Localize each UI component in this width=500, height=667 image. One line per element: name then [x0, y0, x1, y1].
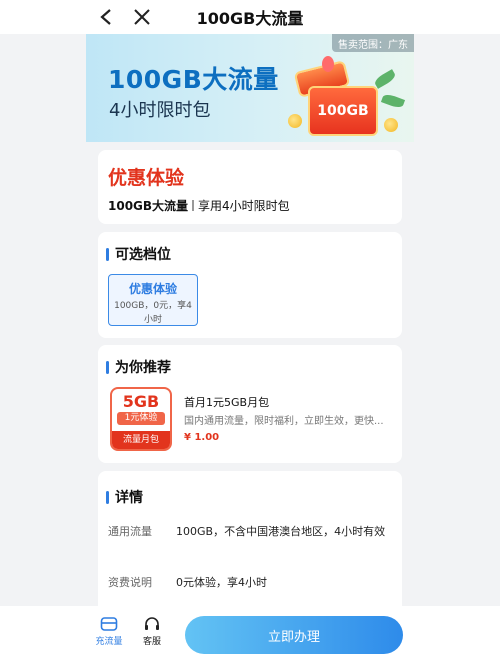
- section-marker: [106, 360, 109, 374]
- recommend-item-desc: 国内通用流量，限时福利，立即生效，更快...: [184, 416, 384, 427]
- recommend-item-price: ¥ 1.00: [184, 432, 220, 443]
- recommend-heading-label: 为你推荐: [115, 360, 171, 376]
- detail-row: 通用流量 100GB，不含中国港澳台地区，4小时有效: [108, 523, 388, 540]
- tier-option-trial[interactable]: 优惠体验 100GB，0元，享4小时: [108, 274, 198, 326]
- offer-description: 100GB大流量 享用4小时限时包: [108, 197, 290, 214]
- offer-desc-sub: 享用4小时限时包: [198, 199, 290, 213]
- leaf-decoration: [380, 92, 406, 110]
- close-icon[interactable]: [130, 5, 154, 29]
- coin-decoration: [288, 114, 302, 128]
- tiers-heading: 可选档位: [106, 244, 171, 264]
- chevron-left-icon[interactable]: [94, 5, 118, 29]
- bottom-action-bar: 充流量 客服 立即办理: [0, 606, 500, 667]
- thumb-footer: 流量月包: [112, 431, 170, 449]
- divider: [192, 200, 195, 211]
- details-heading: 详情: [106, 487, 143, 507]
- details-heading-label: 详情: [115, 490, 143, 506]
- detail-row: 资费说明 0元体验，享4小时: [108, 574, 388, 591]
- tier-option-name: 优惠体验: [128, 282, 177, 296]
- promo-banner: 售卖范围：广东 100GB大流量 4小时限时包 100GB: [86, 34, 414, 142]
- coin-decoration: [384, 118, 398, 132]
- data-flow-icon: [89, 614, 129, 634]
- offer-title: 优惠体验: [108, 167, 185, 189]
- tiers-card: 可选档位 优惠体验 100GB，0元，享4小时: [98, 232, 402, 338]
- tier-option-desc: 100GB，0元，享4小时: [114, 301, 192, 325]
- offer-desc-main: 100GB大流量: [108, 199, 189, 213]
- offer-card: 优惠体验 100GB大流量 享用4小时限时包: [98, 150, 402, 224]
- banner-subtitle: 4小时限时包: [109, 100, 211, 121]
- tiers-heading-label: 可选档位: [115, 247, 171, 263]
- tab-customer-service-label: 客服: [142, 637, 161, 647]
- details-card: 详情 通用流量 100GB，不含中国港澳台地区，4小时有效 资费说明 0元体验，…: [98, 471, 402, 611]
- detail-label: 通用流量: [108, 525, 152, 538]
- tab-recharge-flow[interactable]: 充流量: [89, 614, 129, 647]
- thumb-main-text: 5GB: [122, 392, 160, 411]
- headset-icon: [132, 614, 172, 634]
- recommend-item-name[interactable]: 首月1元5GB月包: [184, 394, 269, 410]
- balloon-decoration: [322, 56, 334, 72]
- page-title: 100GB大流量: [196, 9, 304, 28]
- top-nav-bar: 100GB大流量: [0, 0, 500, 34]
- section-marker: [106, 490, 109, 504]
- banner-title: 100GB大流量: [108, 65, 279, 94]
- apply-now-button[interactable]: 立即办理: [185, 616, 403, 654]
- gift-box-label: 100GB: [317, 103, 369, 119]
- gift-box-illustration: 100GB: [308, 86, 378, 136]
- section-marker: [106, 247, 109, 261]
- sales-region-label: 售卖范围：广东: [332, 34, 414, 52]
- tab-customer-service[interactable]: 客服: [132, 614, 172, 647]
- recommend-item-thumbnail[interactable]: 5GB 1元体验 流量月包: [110, 387, 172, 451]
- recommend-heading: 为你推荐: [106, 357, 171, 377]
- detail-value: 0元体验，享4小时: [176, 576, 267, 589]
- recommend-card: 为你推荐 5GB 1元体验 流量月包 首月1元5GB月包 国内通用流量，限时福利…: [98, 345, 402, 463]
- detail-label: 资费说明: [108, 576, 152, 589]
- thumb-badge: 1元体验: [117, 412, 165, 425]
- tab-recharge-flow-label: 充流量: [95, 637, 123, 647]
- detail-value: 100GB，不含中国港澳台地区，4小时有效: [176, 525, 386, 538]
- leaf-decoration: [372, 69, 398, 89]
